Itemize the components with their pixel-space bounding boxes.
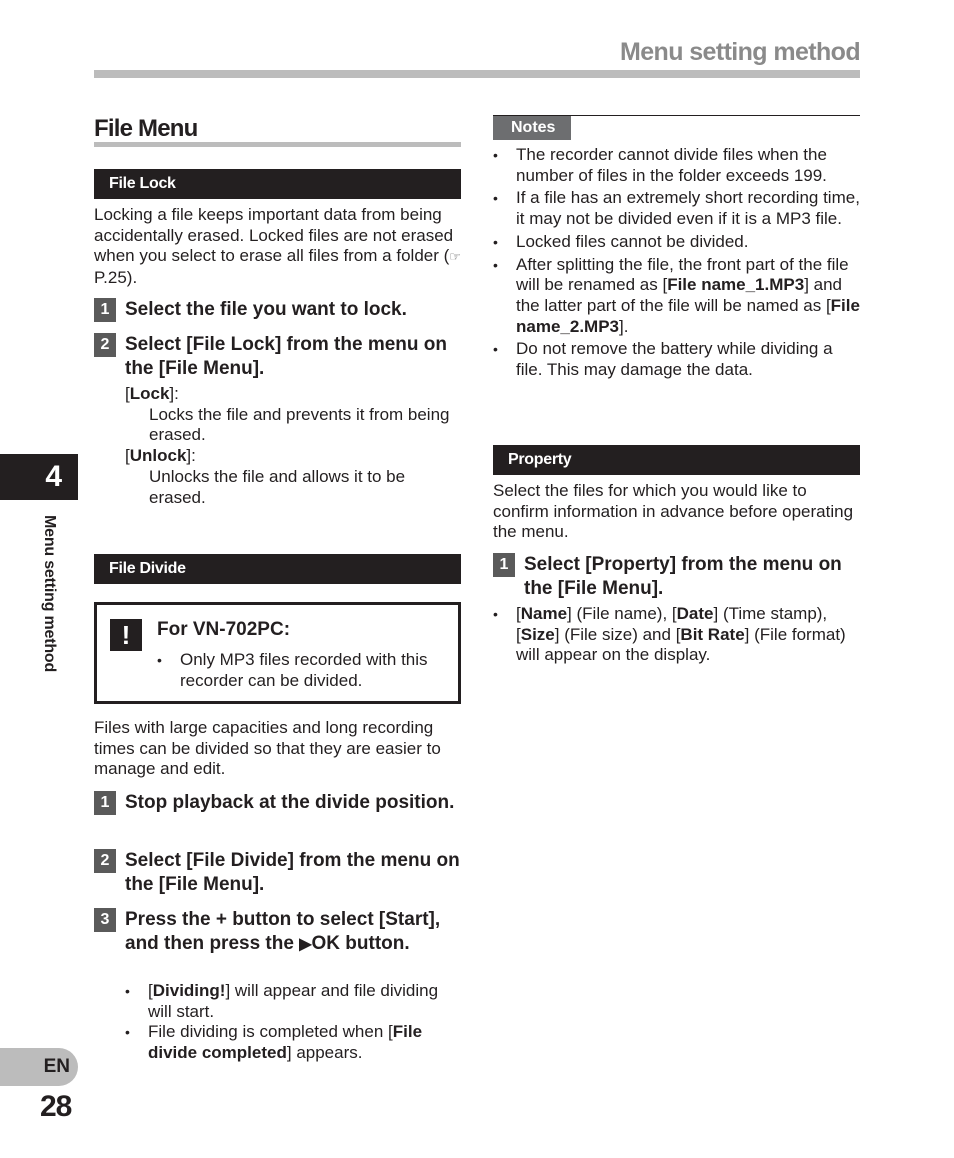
note-item: Do not remove the battery while dividing… [493, 339, 860, 380]
language-tab: EN [0, 1048, 78, 1086]
note-item: After splitting the file, the front part… [493, 255, 860, 338]
option-lock-desc: Locks the file and prevents it from bein… [149, 404, 450, 445]
menu-key: Start [385, 909, 429, 930]
page-number: 28 [40, 1090, 72, 1123]
menu-key: File Menu [564, 578, 652, 599]
notes-label: Notes [493, 116, 571, 140]
chapter-tab: 4 [0, 454, 78, 500]
menu-key: File Menu [165, 874, 253, 895]
subhead-property: Property [493, 445, 860, 475]
file-divide-step-3: 3 Press the + button to select [Start], … [94, 908, 461, 957]
warning-title: For VN-702PC: [157, 619, 291, 640]
bullet-item: [Name] (File name), [Date] (Time stamp),… [493, 604, 860, 666]
menu-key: File Lock [192, 334, 275, 355]
section-title: File Menu [94, 115, 198, 142]
chapter-side-label: Menu setting method [36, 515, 60, 695]
file-divide-step-1: 1 Stop playback at the divide position. [94, 791, 461, 815]
option-unlock-desc: Unlocks the file and allows it to be era… [149, 466, 406, 507]
file-divide-step-2: 2 Select [File Divide] from the menu on … [94, 849, 461, 897]
step-number: 2 [94, 849, 116, 873]
warning-bullets: Only MP3 files recorded with this record… [157, 650, 447, 691]
play-arrow-icon: ▶ [299, 936, 312, 953]
header-rule [94, 70, 860, 78]
step-number: 1 [493, 553, 515, 577]
note-item: Locked files cannot be divided. [493, 232, 860, 253]
file-divide-bullets: [Dividing!] will appear and file dividin… [125, 981, 461, 1064]
option-lock-label: [Lock]: [125, 384, 179, 403]
chapter-side-label-text: Menu setting method [41, 515, 58, 673]
step-number: 2 [94, 333, 116, 357]
section-title-rule [94, 142, 461, 147]
note-item: The recorder cannot divide files when th… [493, 145, 860, 186]
menu-key: File Divide [192, 850, 288, 871]
menu-key: Property [591, 554, 670, 575]
note-item: If a file has an extremely short recordi… [493, 188, 860, 229]
menu-key: File Menu [165, 358, 253, 379]
file-lock-step-1: 1 Select the file you want to lock. [94, 298, 461, 322]
bullet-item: File dividing is completed when [File di… [125, 1022, 461, 1063]
exclamation-icon: ! [110, 619, 142, 651]
file-lock-options: [Lock]: Locks the file and prevents it f… [125, 384, 461, 508]
step-number: 1 [94, 791, 116, 815]
subhead-file-divide: File Divide [94, 554, 461, 584]
property-bullets: [Name] (File name), [Date] (Time stamp),… [493, 604, 860, 666]
option-unlock-label: [Unlock]: [125, 446, 196, 466]
running-header: Menu setting method [620, 38, 861, 66]
warning-bullet: Only MP3 files recorded with this record… [157, 650, 447, 691]
bullet-item: [Dividing!] will appear and file dividin… [125, 981, 461, 1022]
step-number: 3 [94, 908, 116, 932]
subhead-file-lock: File Lock [94, 169, 461, 199]
property-step-1: 1 Select [Property] from the menu on the… [493, 553, 860, 601]
warning-box: ! For VN-702PC: Only MP3 files recorded … [94, 602, 461, 704]
property-intro: Select the files for which you would lik… [493, 481, 854, 542]
step-number: 1 [94, 298, 116, 322]
notes-list: The recorder cannot divide files when th… [493, 145, 860, 381]
file-divide-intro: Files with large capacities and long rec… [94, 718, 441, 779]
file-lock-step-2: 2 Select [File Lock] from the menu on th… [94, 333, 461, 381]
reference-icon: ☞ [449, 249, 461, 265]
file-lock-intro: Locking a file keeps important data from… [94, 205, 461, 288]
